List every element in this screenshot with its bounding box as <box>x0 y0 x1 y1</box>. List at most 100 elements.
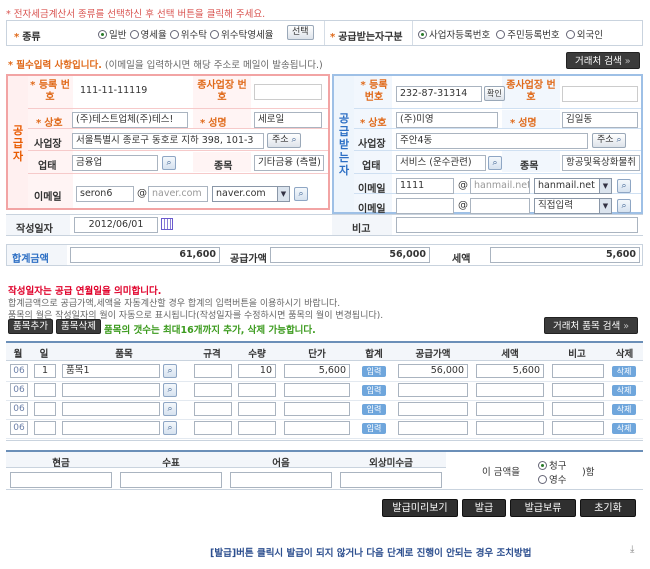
buyer-reg-input[interactable]: 232-87-31314 <box>396 86 482 102</box>
row-spec-input[interactable] <box>194 402 232 416</box>
row-day-input[interactable]: 1 <box>34 364 56 378</box>
memo-input[interactable] <box>396 217 638 233</box>
buyer-addr-input[interactable]: 주안4동 <box>396 133 588 149</box>
supplier-name-input[interactable]: 세로일 <box>254 112 322 128</box>
row-spec-input[interactable] <box>194 364 232 378</box>
row-tax-input[interactable] <box>476 421 544 435</box>
row-supply-input[interactable]: 56,000 <box>398 364 468 378</box>
row-supply-input[interactable] <box>398 421 468 435</box>
row-day-input[interactable] <box>34 383 56 397</box>
buyer-email-id-input[interactable]: 1111 <box>396 178 454 194</box>
row-spec-input[interactable] <box>194 383 232 397</box>
tax-total-input[interactable]: 5,600 <box>490 247 640 263</box>
type-consign-zero-radio[interactable]: 위수탁영세율 <box>210 30 274 41</box>
buyer-email2-search-icon[interactable]: ⌕ <box>617 199 631 213</box>
download-icon[interactable]: ⤓ <box>630 544 634 555</box>
row-item-input[interactable] <box>62 383 160 397</box>
row-delete-button[interactable]: 삭제 <box>612 385 636 396</box>
row-sum-input-button[interactable]: 입력 <box>362 385 386 396</box>
row-supply-input[interactable] <box>398 383 468 397</box>
row-delete-button[interactable]: 삭제 <box>612 423 636 434</box>
row-price-input[interactable] <box>284 383 350 397</box>
receiver-resident-radio[interactable]: 주민등록번호 <box>496 30 560 41</box>
partner-search-button[interactable]: 거래처 검색» <box>566 52 640 69</box>
pay-cash-input[interactable] <box>10 472 112 488</box>
buyer-name-input[interactable]: 김일동 <box>562 112 638 128</box>
pay-note-input[interactable] <box>230 472 332 488</box>
buyer-branch-input[interactable] <box>562 86 638 102</box>
item-search-button[interactable]: 거래처 품목 검색» <box>544 317 639 334</box>
hold-button[interactable]: 발급보류 <box>510 499 576 517</box>
row-tax-input[interactable] <box>476 383 544 397</box>
row-memo-input[interactable] <box>552 383 604 397</box>
add-item-button[interactable]: 품목추가 <box>8 319 53 334</box>
row-item-input[interactable] <box>62 421 160 435</box>
supplier-item-input[interactable]: 기타금융 (측렬) <box>254 155 324 171</box>
supplier-biz-search-icon[interactable]: ⌕ <box>162 156 176 170</box>
supplier-addr-button[interactable]: 주소 ⌕ <box>267 133 302 148</box>
row-delete-button[interactable]: 삭제 <box>612 366 636 377</box>
buyer-biz-search-icon[interactable]: ⌕ <box>488 156 502 170</box>
buyer-email-search-icon[interactable]: ⌕ <box>617 179 631 193</box>
date-input[interactable]: 2012/06/01 <box>74 217 158 233</box>
row-supply-input[interactable] <box>398 402 468 416</box>
row-spec-input[interactable] <box>194 421 232 435</box>
receiver-biz-radio[interactable]: 사업자등록번호 <box>418 30 490 41</box>
supplier-addr-input[interactable]: 서울특별시 종로구 동호로 지하 398, 101-3 <box>72 133 264 149</box>
row-tax-input[interactable]: 5,600 <box>476 364 544 378</box>
issue-button[interactable]: 발급 <box>462 499 506 517</box>
supplier-branch-input[interactable] <box>254 84 322 100</box>
buyer-email2-id-input[interactable] <box>396 198 454 214</box>
supplier-reg-input[interactable]: 111-11-11119 <box>77 84 185 100</box>
row-price-input[interactable] <box>284 402 350 416</box>
supplier-email-id-input[interactable]: seron6 <box>76 186 134 202</box>
type-select-button[interactable]: 선택 <box>287 25 314 40</box>
row-price-input[interactable]: 5,600 <box>284 364 350 378</box>
preview-button[interactable]: 발급미리보기 <box>382 499 458 517</box>
row-sum-input-button[interactable]: 입력 <box>362 404 386 415</box>
supplier-company-input[interactable]: (주)테스트업체(주)테스! <box>72 112 188 128</box>
buyer-addr-button[interactable]: 주소 ⌕ <box>592 133 627 148</box>
row-qty-input[interactable] <box>238 383 276 397</box>
row-item-search-icon[interactable]: ⌕ <box>163 383 177 397</box>
supply-total-input[interactable]: 56,000 <box>270 247 430 263</box>
buyer-email2-domain-input[interactable] <box>470 198 530 214</box>
supplier-email-domain-input[interactable]: naver.com <box>148 186 208 202</box>
row-item-input[interactable] <box>62 402 160 416</box>
row-item-search-icon[interactable]: ⌕ <box>163 402 177 416</box>
row-sum-input-button[interactable]: 입력 <box>362 423 386 434</box>
reset-button[interactable]: 초기화 <box>580 499 636 517</box>
buyer-reg-confirm-button[interactable]: 확인 <box>484 86 505 101</box>
type-zero-radio[interactable]: 영세율 <box>129 30 167 41</box>
row-item-search-icon[interactable]: ⌕ <box>163 364 177 378</box>
row-memo-input[interactable] <box>552 421 604 435</box>
row-day-input[interactable] <box>34 402 56 416</box>
row-item-input[interactable]: 품목1 <box>62 364 160 378</box>
row-price-input[interactable] <box>284 421 350 435</box>
buyer-email2-select[interactable]: 직접입력 ▼ <box>534 198 612 214</box>
row-qty-input[interactable] <box>238 421 276 435</box>
buyer-email-select[interactable]: hanmail.net ▼ <box>534 178 612 194</box>
row-memo-input[interactable] <box>552 364 604 378</box>
supplier-email-search-icon[interactable]: ⌕ <box>294 187 308 201</box>
type-general-radio[interactable]: 일반 <box>98 30 126 41</box>
buyer-item-input[interactable]: 항공및육상화물취 <box>562 155 640 171</box>
row-memo-input[interactable] <box>552 402 604 416</box>
supplier-email-select[interactable]: naver.com ▼ <box>212 186 290 202</box>
buyer-email-domain-input[interactable]: hanmail.net <box>470 178 530 194</box>
row-qty-input[interactable]: 10 <box>238 364 276 378</box>
row-item-search-icon[interactable]: ⌕ <box>163 421 177 435</box>
row-delete-button[interactable]: 삭제 <box>612 404 636 415</box>
calendar-icon[interactable] <box>161 218 173 230</box>
delete-item-button[interactable]: 품목삭제 <box>56 319 101 334</box>
pay-credit-input[interactable] <box>340 472 442 488</box>
row-qty-input[interactable] <box>238 402 276 416</box>
type-consign-radio[interactable]: 위수탁 <box>169 30 207 41</box>
receiver-foreign-radio[interactable]: 외국인 <box>565 30 603 41</box>
supplier-biz-input[interactable]: 금융업 <box>72 155 158 171</box>
row-day-input[interactable] <box>34 421 56 435</box>
pay-claim-radio[interactable]: 청구 <box>538 458 566 472</box>
buyer-company-input[interactable]: (주)미영 <box>396 112 498 128</box>
row-tax-input[interactable] <box>476 402 544 416</box>
footer-help-link[interactable]: [발급]버튼 클릭시 발급이 되지 않거나 다음 단계로 진행이 안되는 경우 … <box>210 545 531 559</box>
